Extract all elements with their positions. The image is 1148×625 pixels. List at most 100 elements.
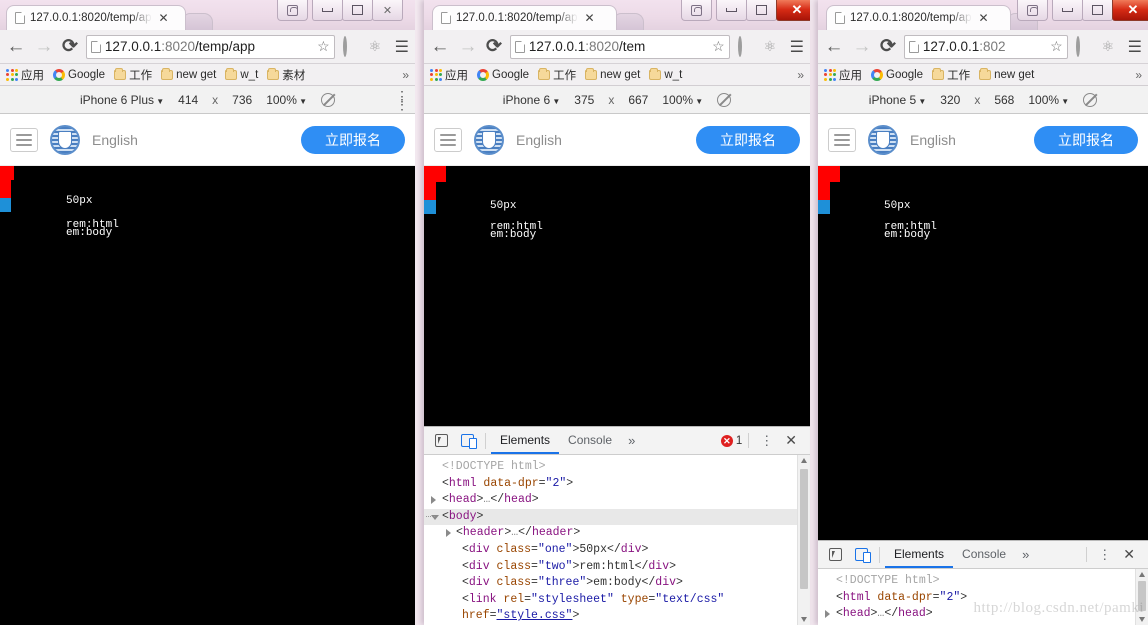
minimize-button[interactable] [1052,0,1083,21]
dom-line-link[interactable]: <link rel="stylesheet" type="text/css" h… [430,592,810,625]
extension-puzzle-icon[interactable]: ⚛ [764,38,782,56]
bookmark-star-icon[interactable]: ☆ [1050,38,1063,55]
bookmark-star-icon[interactable]: ☆ [712,38,725,55]
dom-line-div-three[interactable]: <div class="three">em:body</div> [430,575,810,592]
extension-puzzle-icon[interactable]: ⚛ [369,38,387,56]
rotate-disabled-icon[interactable] [1083,92,1098,107]
bookmark-folder[interactable]: w_t [649,67,682,81]
tab-elements[interactable]: Elements [885,541,954,568]
bookmark-apps[interactable]: 应用 [824,67,862,83]
minimize-button[interactable] [716,0,747,21]
elements-dom-tree[interactable]: <!DOCTYPE html> <html data-dpr="2"> <hea… [424,455,810,625]
language-label[interactable]: English [92,132,301,148]
close-window-button[interactable]: ✕ [1112,0,1148,21]
device-width[interactable]: 414 [178,93,198,107]
chrome-menu-icon[interactable]: ☰ [395,37,409,57]
user-profile-icon[interactable] [681,0,712,21]
maximize-button[interactable] [342,0,373,21]
browser-tab[interactable]: 127.0.0.1:8020/temp/ap ✕ [432,5,617,30]
devtools-close-icon[interactable]: ✕ [1118,546,1140,563]
scroll-down-arrow-icon[interactable] [801,617,807,622]
device-height[interactable]: 736 [232,93,252,107]
new-tab-button[interactable] [183,13,213,30]
devtools-close-icon[interactable]: ✕ [780,432,802,449]
bookmark-folder[interactable]: w_t [225,67,258,81]
address-bar[interactable]: 127.0.0.1:802 ☆ [903,34,1068,59]
close-tab-icon[interactable]: ✕ [585,11,595,25]
bookmark-google[interactable]: Google [477,68,529,81]
signup-button[interactable]: 立即报名 [696,125,800,154]
close-window-button[interactable]: ✕ [372,0,403,21]
language-label[interactable]: English [516,132,696,148]
inspect-cursor-icon[interactable] [822,544,848,566]
bookmark-star-icon[interactable]: ☆ [317,38,330,55]
bookmark-folder[interactable]: new get [161,67,216,81]
close-tab-icon[interactable]: ✕ [979,11,989,25]
scrollbar-thumb[interactable] [1138,581,1146,611]
hamburger-icon[interactable] [434,127,462,152]
maximize-button[interactable] [1082,0,1113,21]
dom-line-header[interactable]: <header>…</header> [430,525,810,542]
device-toolbar-icon[interactable] [454,430,480,452]
bookmark-google[interactable]: Google [871,68,923,81]
zoom-select[interactable]: 100% [266,93,307,107]
device-height[interactable]: 568 [994,93,1014,107]
close-tab-icon[interactable]: ✕ [159,11,169,25]
new-tab-button[interactable] [614,13,644,30]
maximize-button[interactable] [746,0,777,21]
devtools-scrollbar[interactable] [1135,569,1148,625]
tab-console[interactable]: Console [559,427,621,454]
back-button[interactable]: ← [6,37,26,56]
reload-icon[interactable]: ⟳ [486,35,502,58]
browser-window-middle[interactable]: 127.0.0.1:8020/temp/ap ✕ ✕ ← → ⟳ 127.0.0… [424,0,810,625]
extension-ring-icon[interactable] [737,35,756,57]
language-label[interactable]: English [910,132,1034,148]
rotate-disabled-icon[interactable] [717,92,732,107]
devtools-scrollbar[interactable] [797,455,810,625]
tab-console[interactable]: Console [953,541,1015,568]
user-profile-icon[interactable] [1017,0,1048,21]
more-panels-icon[interactable]: » [621,433,642,448]
devtools-kebab-icon[interactable]: ⋮ [755,434,778,447]
browser-window-left[interactable]: 127.0.0.1:8020/temp/ap ✕ ✕ ← → ⟳ 127.0.0… [0,0,415,625]
dom-line-body[interactable]: <body> [424,508,810,526]
back-button[interactable]: ← [430,37,450,56]
bookmarks-overflow-chevron[interactable]: » [1135,68,1142,82]
bookmark-folder[interactable]: 素材 [267,67,305,83]
extension-ring-icon[interactable] [1075,35,1094,57]
device-toolbar-icon[interactable] [848,544,874,566]
device-select[interactable]: iPhone 6 Plus [80,93,164,107]
address-bar[interactable]: 127.0.0.1:8020/tem ☆ [509,34,730,59]
zoom-select[interactable]: 100% [662,93,703,107]
user-profile-icon[interactable] [277,0,308,21]
hamburger-icon[interactable] [10,127,38,152]
bookmark-folder[interactable]: 工作 [114,67,152,83]
bookmark-folder[interactable]: new get [979,67,1034,81]
reload-icon[interactable]: ⟳ [62,35,78,58]
chrome-menu-icon[interactable]: ☰ [1128,37,1142,57]
browser-tab[interactable]: 127.0.0.1:8020/temp/ap ✕ [6,5,186,30]
rotate-disabled-icon[interactable] [321,92,336,107]
address-bar[interactable]: 127.0.0.1:8020/temp/app ☆ [85,34,335,59]
back-button[interactable]: ← [824,37,844,56]
device-select[interactable]: iPhone 5 [869,93,927,107]
elements-dom-tree[interactable]: <!DOCTYPE html> <html data-dpr="2"> <hea… [818,569,1148,625]
browser-window-right[interactable]: 127.0.0.1:8020/temp/ap ✕ ✕ ← → ⟳ 127.0.0… [818,0,1148,625]
tab-elements[interactable]: Elements [491,427,560,454]
dom-line-div-two[interactable]: <div class="two">rem:html</div> [430,559,810,576]
device-select[interactable]: iPhone 6 [503,93,561,107]
extension-puzzle-icon[interactable]: ⚛ [1102,38,1120,56]
scroll-up-arrow-icon[interactable] [801,458,807,463]
minimize-button[interactable] [312,0,343,21]
chrome-menu-icon[interactable]: ☰ [790,37,804,57]
more-panels-icon[interactable]: » [1015,547,1036,562]
devtools-kebab-icon[interactable]: ⋮ [1093,548,1116,561]
dom-line-div-one[interactable]: <div class="one">50px</div> [430,542,810,559]
bookmark-folder[interactable]: 工作 [538,67,576,83]
extension-ring-icon[interactable] [342,35,361,57]
bookmark-folder[interactable]: new get [585,67,640,81]
hamburger-icon[interactable] [828,127,856,152]
inspect-cursor-icon[interactable] [428,430,454,452]
device-height[interactable]: 667 [628,93,648,107]
dom-line-head[interactable]: <head>…</head> [824,606,1148,623]
